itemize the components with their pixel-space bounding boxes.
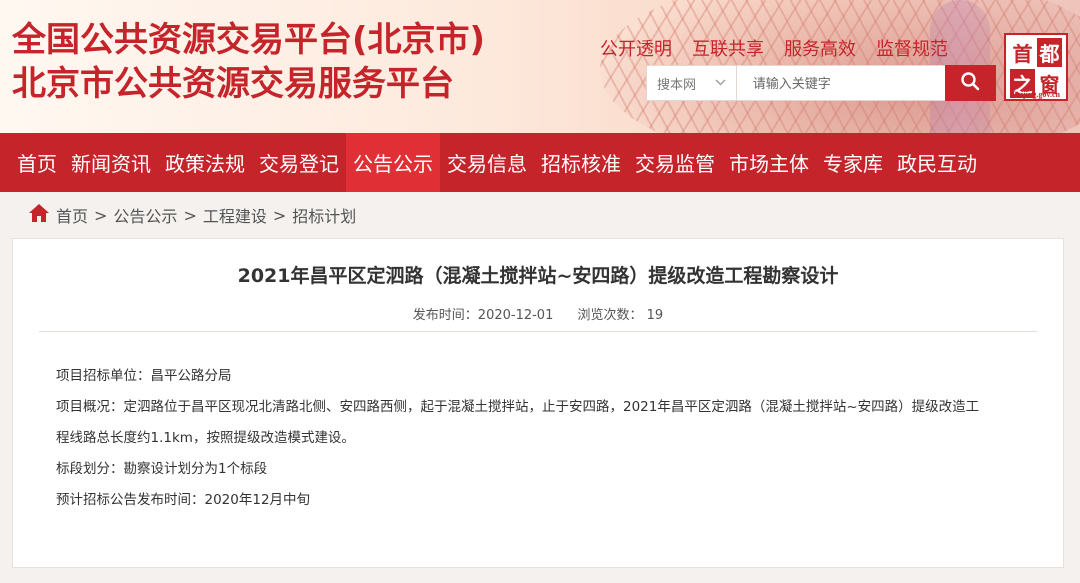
article-line: 程线路总长度约1.1km，按照提级改造模式建设。 [56,430,355,446]
breadcrumb-home[interactable]: 首页 [56,203,88,227]
search-scope-label: 搜本网 [657,76,697,92]
nav-item-supervision[interactable]: 交易监管 [628,133,722,192]
logo-char: 都 [1037,38,1062,67]
home-icon[interactable] [28,203,50,227]
nav-item-market-entities[interactable]: 市场主体 [722,133,816,192]
slogan-efficient: 服务高效 [784,39,856,60]
article-line: 预计招标公告发布时间：2020年12月中旬 [56,492,311,508]
article-card: 2021年昌平区定泗路（混凝土搅拌站~安四路）提级改造工程勘察设计 发布时间：2… [12,238,1064,568]
chevron-down-icon [715,78,726,89]
article-title: 2021年昌平区定泗路（混凝土搅拌站~安四路）提级改造工程勘察设计 [237,265,839,287]
slogan-bar: 公开透明 互联共享 服务高效 监督规范 [600,35,948,61]
logo-caption: Beijing.gov.cn [1011,90,1060,99]
site-title-line2: 北京市公共资源交易服务平台 [12,64,454,104]
breadcrumb-engineering[interactable]: 工程建设 [203,203,267,227]
article-line: 项目招标单位：昌平公路分局 [56,368,232,384]
slogan-supervise: 监督规范 [876,39,948,60]
breadcrumb-separator: > [183,205,197,225]
publish-date: 发布时间：2020-12-01 [412,308,554,323]
nav-item-home[interactable]: 首页 [10,133,64,192]
search-icon [960,71,980,95]
search-bar: 搜本网 [646,65,996,101]
logo-char: 首 [1012,42,1033,66]
slogan-share: 互联共享 [692,39,764,60]
breadcrumb-separator: > [272,205,287,225]
nav-item-bid-approval[interactable]: 招标核准 [534,133,628,192]
nav-item-policy[interactable]: 政策法规 [158,133,252,192]
article-line: 项目概况：定泗路位于昌平区现况北清路北侧、安四路西侧，起于混凝土搅拌站，止于安四… [56,399,980,415]
nav-item-registration[interactable]: 交易登记 [252,133,346,192]
nav-item-interaction[interactable]: 政民互动 [890,133,984,192]
slogan-open: 公开透明 [600,39,672,60]
search-button[interactable] [944,65,996,101]
site-header: 全国公共资源交易平台(北京市) 北京市公共资源交易服务平台 公开透明 互联共享 … [0,0,1080,133]
beijing-gov-logo[interactable]: 首 都 之 窗 Beijing.gov.cn [1004,33,1068,101]
breadcrumb-separator: > [94,205,108,225]
nav-item-experts[interactable]: 专家库 [816,133,890,192]
breadcrumb-announcements[interactable]: 公告公示 [113,203,177,227]
site-title-line1: 全国公共资源交易平台(北京市) [12,20,486,60]
nav-item-news[interactable]: 新闻资讯 [64,133,158,192]
view-count: 浏览次数： 19 [577,308,664,323]
article-line: 标段划分：勘察设计划分为1个标段 [56,461,268,477]
article-meta: 发布时间：2020-12-01 浏览次数： 19 [13,304,1063,323]
nav-item-announcements[interactable]: 公告公示 [346,133,440,192]
breadcrumb: 首页 > 公告公示 > 工程建设 > 招标计划 [28,200,356,230]
nav-item-trade-info[interactable]: 交易信息 [440,133,534,192]
search-scope-select[interactable]: 搜本网 [647,66,737,100]
article-body: 项目招标单位：昌平公路分局 项目概况：定泗路位于昌平区现况北清路北侧、安四路西侧… [56,361,1026,516]
breadcrumb-bid-plan[interactable]: 招标计划 [292,203,356,227]
logo-mark: 首 都 之 窗 [1010,38,1062,98]
divider [39,331,1037,332]
main-nav: 首页 新闻资讯 政策法规 交易登记 公告公示 交易信息 招标核准 交易监管 市场… [0,133,1080,192]
search-input[interactable] [736,66,945,100]
